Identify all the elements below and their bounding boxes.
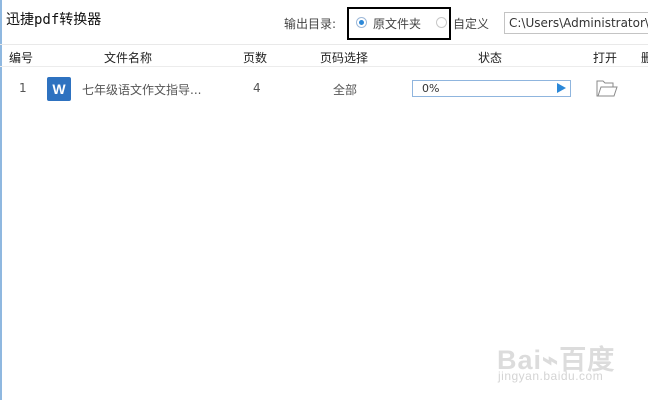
radio-original-folder-label[interactable]: 原文件夹 <box>373 15 421 32</box>
output-directory-label: 输出目录: <box>284 17 337 31</box>
radio-custom-folder-label[interactable]: 自定义 <box>453 15 489 32</box>
column-header-page-range: 页码选择 <box>320 51 369 65</box>
column-header-pages: 页数 <box>243 51 268 65</box>
progress-text: 0% <box>422 82 440 95</box>
row-file-name: 七年级语文作文指导... <box>82 83 202 97</box>
output-path-field[interactable]: C:\Users\Administrator\ <box>504 12 648 34</box>
radio-original-folder[interactable] <box>356 17 367 28</box>
play-icon[interactable] <box>557 83 566 93</box>
window-left-border <box>0 0 2 400</box>
column-header-open: 打开 <box>593 51 618 65</box>
column-header-delete: 删 <box>641 51 648 65</box>
row-pages: 4 <box>253 81 261 95</box>
app-title: 迅捷pdf转换器 <box>6 12 102 28</box>
row-index: 1 <box>19 81 27 95</box>
folder-icon[interactable] <box>596 80 618 97</box>
status-progress-bar: 0% <box>412 80 571 97</box>
radio-custom-folder[interactable] <box>436 17 447 28</box>
row-page-range[interactable]: 全部 <box>333 81 357 98</box>
watermark-url: jingyan.baidu.com <box>498 369 604 383</box>
header-divider <box>0 44 648 45</box>
word-icon <box>47 77 71 101</box>
column-header-divider <box>0 66 648 67</box>
column-header-status: 状态 <box>478 51 503 65</box>
column-header-index: 编号 <box>9 51 34 65</box>
column-header-file-name: 文件名称 <box>104 51 153 65</box>
